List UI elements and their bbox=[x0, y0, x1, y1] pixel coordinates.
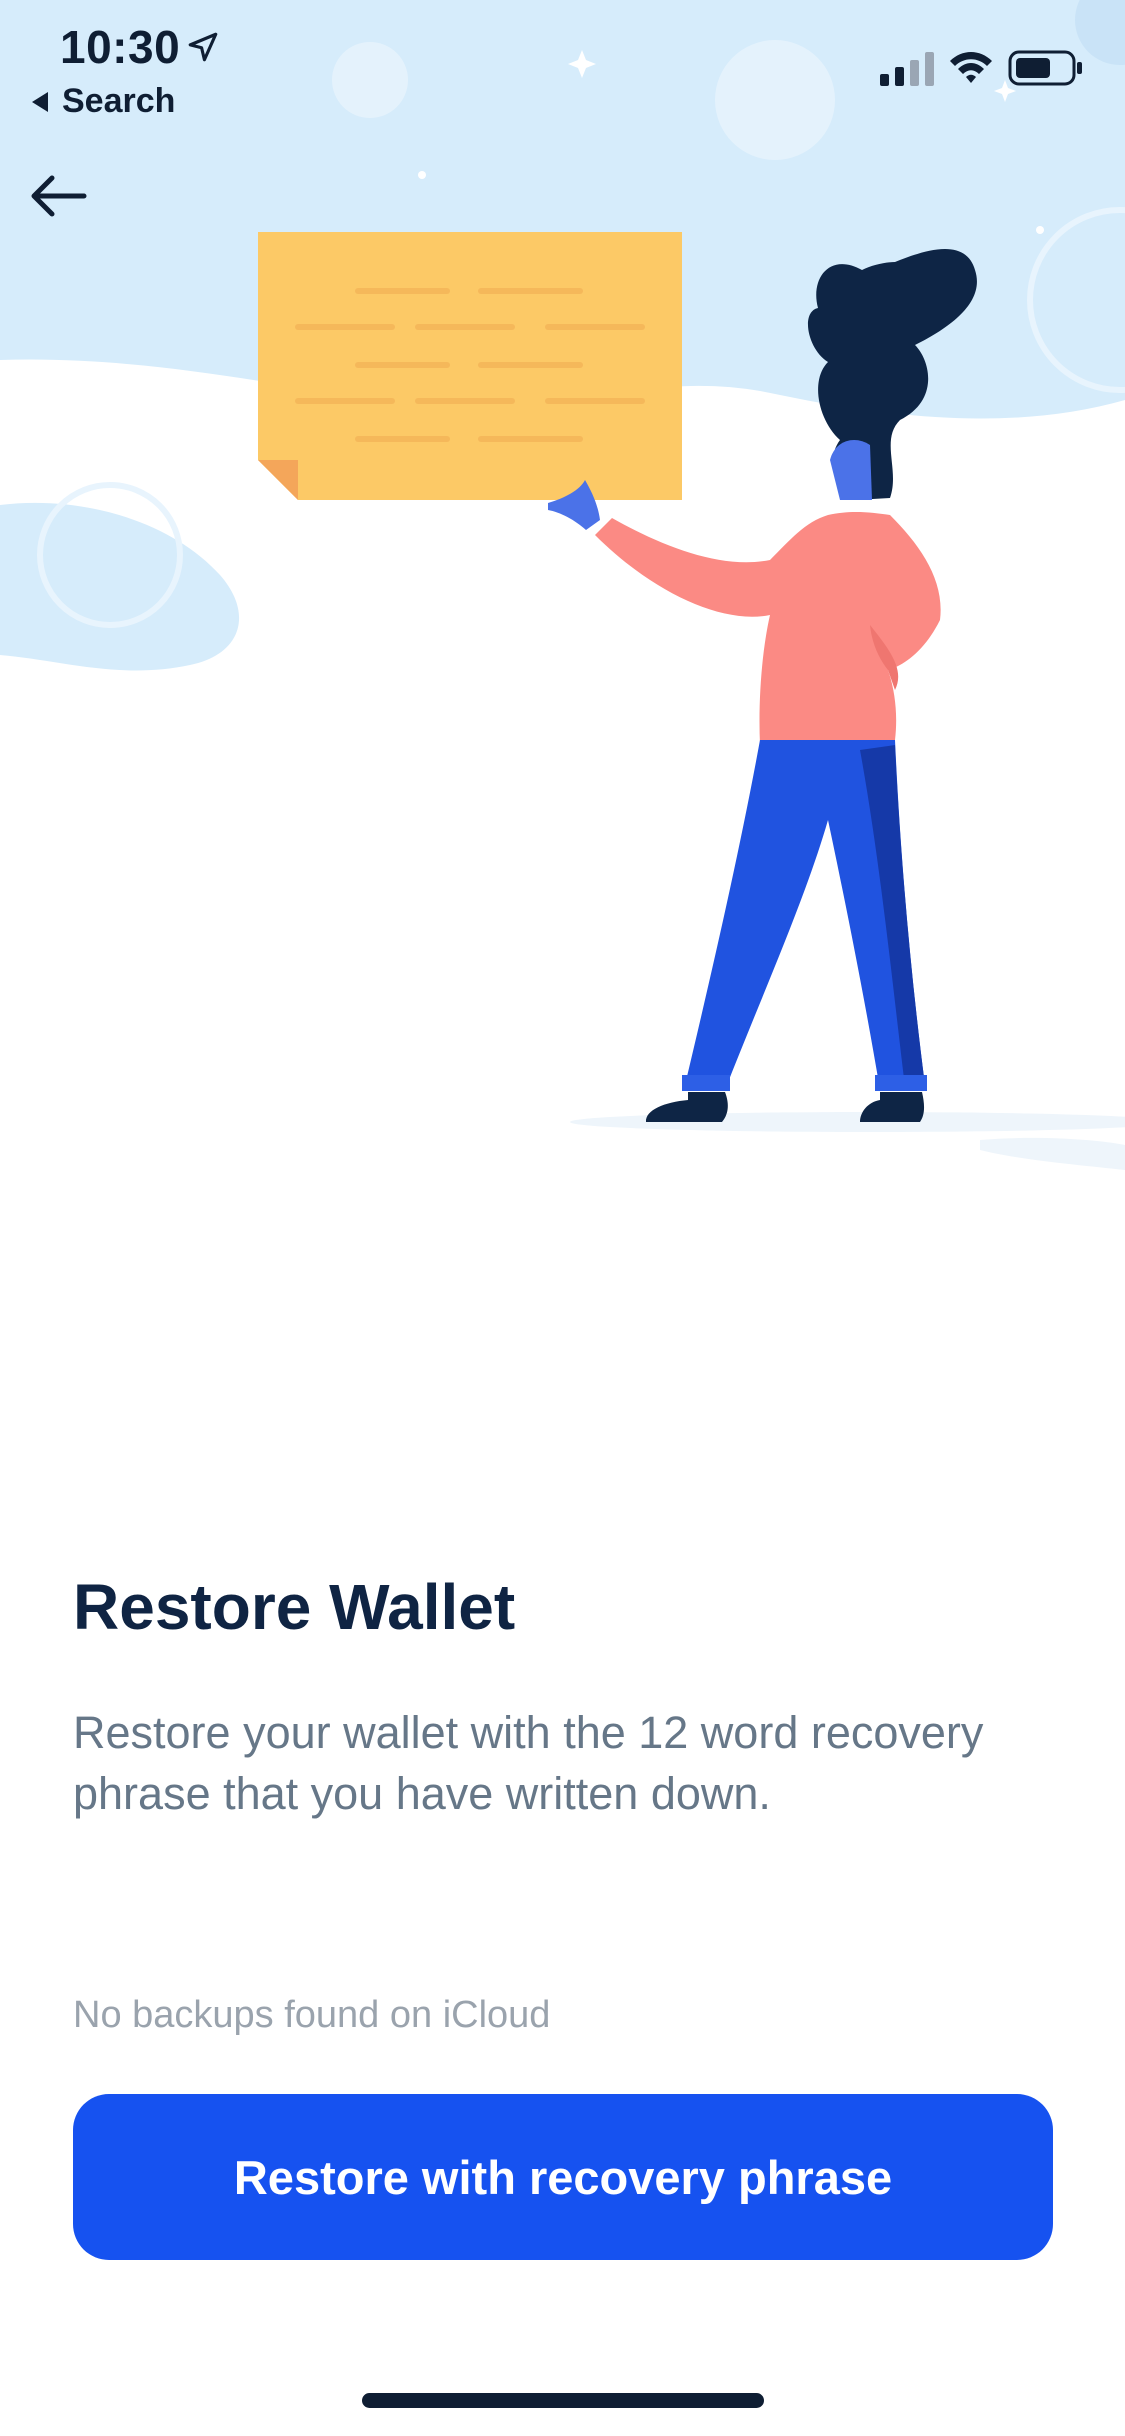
backup-status-text: No backups found on iCloud bbox=[73, 1994, 551, 2036]
back-to-app[interactable]: Search bbox=[32, 82, 175, 121]
wifi-icon bbox=[950, 52, 992, 83]
status-bar: 10:30 Search bbox=[0, 0, 1125, 140]
status-time: 10:30 bbox=[60, 21, 181, 73]
back-app-label: Search bbox=[62, 82, 176, 120]
restore-with-recovery-phrase-button[interactable]: Restore with recovery phrase bbox=[73, 2094, 1053, 2260]
page-title: Restore Wallet bbox=[73, 1571, 516, 1643]
arrow-left-icon bbox=[31, 175, 87, 217]
location-arrow-icon bbox=[188, 32, 218, 62]
battery-icon bbox=[1008, 50, 1082, 86]
page-description: Restore your wallet with the 12 word rec… bbox=[73, 1707, 984, 1819]
back-button[interactable] bbox=[22, 160, 94, 232]
cellular-signal-icon bbox=[880, 52, 934, 86]
hero-illustration bbox=[0, 0, 1125, 1170]
restore-wallet-screen: 10:30 Search Restore Wallet Restore your… bbox=[0, 0, 1125, 2436]
back-triangle-icon bbox=[32, 91, 48, 112]
home-indicator[interactable] bbox=[362, 2393, 764, 2408]
